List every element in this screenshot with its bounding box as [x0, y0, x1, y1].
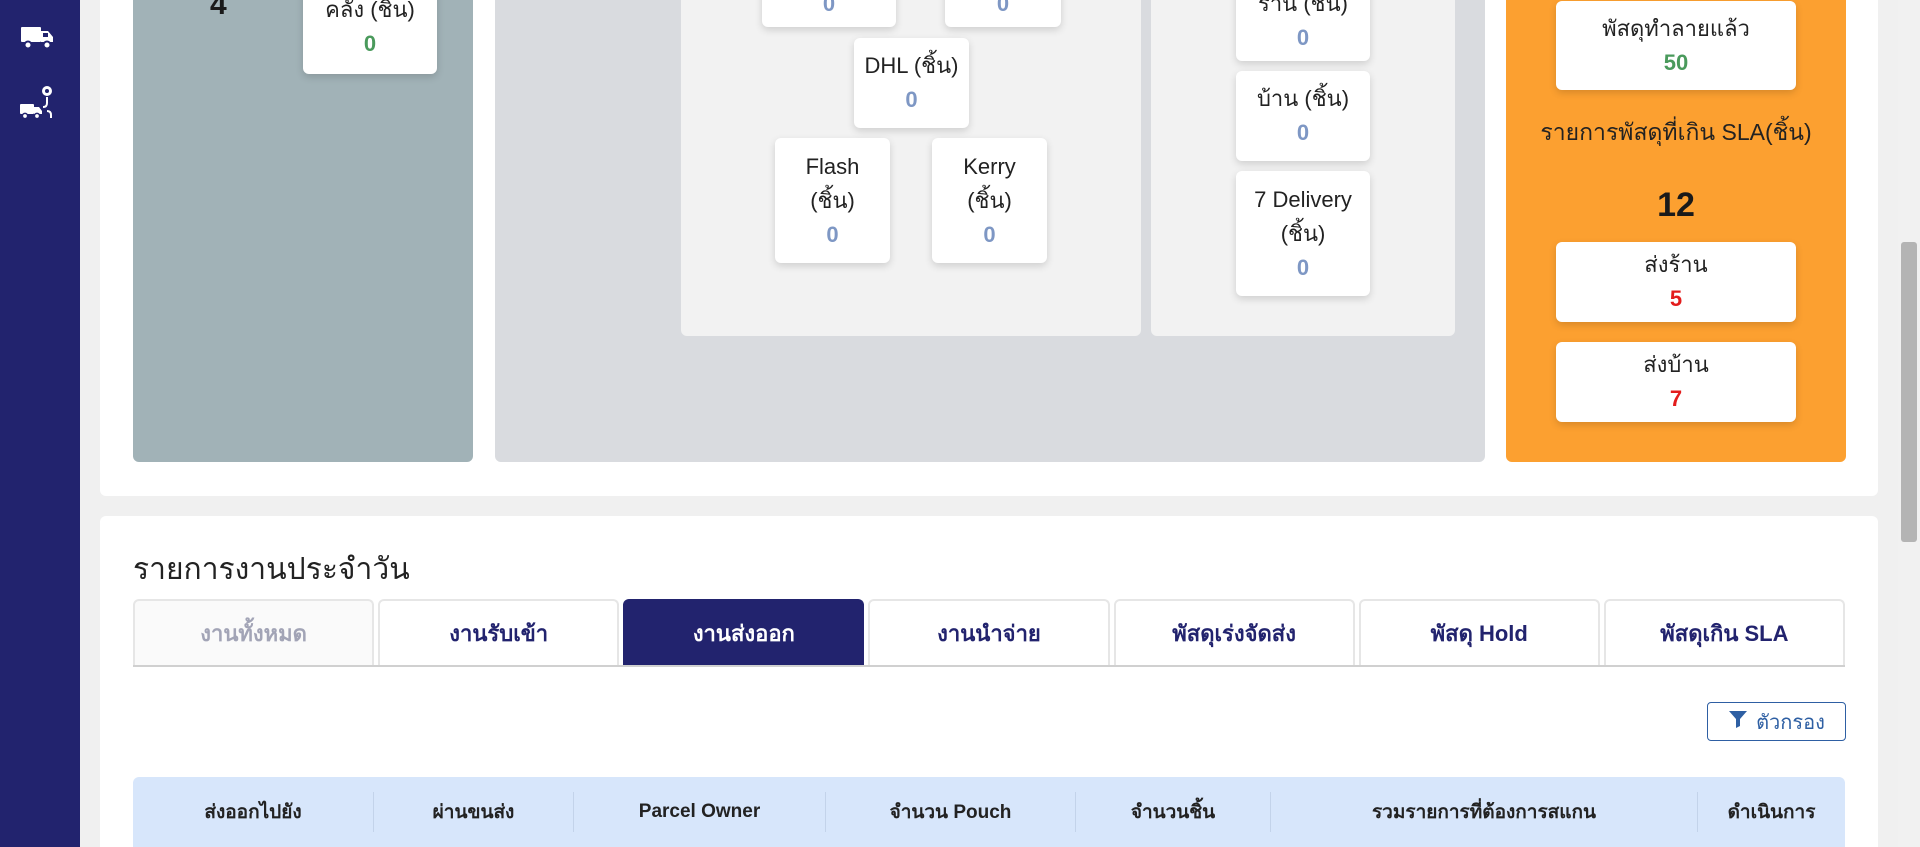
sla-home-label: ส่งบ้าน: [1643, 352, 1709, 377]
destroyed-stat: พัสดุทำลายแล้ว 50: [1556, 1, 1796, 90]
courier-stat-top-right: 0: [945, 0, 1061, 27]
tab-inbound[interactable]: งานรับเข้า: [378, 599, 620, 665]
sidebar: [0, 0, 80, 847]
sla-title: รายการพัสดุที่เกิน SLA(ชิ้น): [1540, 119, 1812, 145]
flash-label: Flash (ชิ้น): [805, 153, 860, 213]
filter-icon: [1728, 709, 1748, 735]
courier-stat-top-left: 0: [762, 0, 896, 27]
filter-button[interactable]: ตัวกรอง: [1707, 702, 1846, 741]
tab-urgent[interactable]: พัสดุเร่งจัดส่ง: [1113, 599, 1355, 665]
column-header: รวมรายการที่ต้องการสแกน: [1271, 792, 1698, 832]
tab-outbound[interactable]: งานส่งออก: [623, 599, 865, 665]
route-truck-icon[interactable]: [18, 84, 56, 122]
destroyed-label: พัสดุทำลายแล้ว: [1602, 15, 1750, 41]
destroyed-value: 50: [1663, 49, 1689, 75]
column-header: จำนวน Pouch: [826, 792, 1076, 832]
flash-stat: Flash (ชิ้น) 0: [775, 138, 890, 263]
column-header: ผ่านขนส่ง: [374, 792, 574, 832]
flash-value: 0: [826, 221, 839, 247]
task-tabs: งานทั้งหมด งานรับเข้า งานส่งออก งานนำจ่า…: [133, 599, 1845, 667]
dhl-label: DHL (ชิ้น): [864, 53, 959, 78]
table-header: ส่งออกไปยัง ผ่านขนส่ง Parcel Owner จำนวน…: [133, 777, 1845, 847]
sla-shop-stat: ส่งร้าน 5: [1556, 242, 1796, 322]
home-value: 0: [1296, 120, 1310, 145]
total-count: 4: [210, 0, 227, 21]
seven-delivery-label: 7 Delivery (ชิ้น): [1254, 186, 1352, 246]
kerry-value: 0: [983, 221, 996, 247]
tab-hold[interactable]: พัสดุ Hold: [1358, 599, 1600, 665]
kerry-label: Kerry (ชิ้น): [963, 153, 1016, 213]
column-header: ดำเนินการ: [1727, 802, 1816, 823]
sla-count: 12: [1657, 186, 1695, 224]
dhl-stat: DHL (ชิ้น) 0: [854, 38, 969, 128]
shop-value: 0: [1296, 24, 1310, 50]
courier-top-left-value: 0: [822, 0, 836, 16]
shop-label: ร้าน (ชิ้น): [1258, 0, 1348, 16]
tab-delivery[interactable]: งานนำจ่าย: [868, 599, 1110, 665]
warehouse-label: คลัง (ชิ้น): [325, 0, 415, 22]
sla-home-value: 7: [1669, 386, 1683, 411]
page-scrollbar-thumb[interactable]: [1901, 242, 1917, 542]
sla-shop-value: 5: [1669, 286, 1683, 311]
section-title: รายการงานประจำวัน: [133, 553, 410, 586]
shop-stat: ร้าน (ชิ้น) 0: [1236, 0, 1370, 61]
seven-delivery-stat: 7 Delivery (ชิ้น) 0: [1236, 171, 1370, 296]
column-header: จำนวนชิ้น: [1076, 792, 1271, 832]
tab-over-sla[interactable]: พัสดุเกิน SLA: [1603, 599, 1845, 665]
dhl-value: 0: [905, 87, 918, 112]
warehouse-value: 0: [363, 31, 377, 56]
tab-all[interactable]: งานทั้งหมด: [133, 599, 375, 665]
filter-label: ตัวกรอง: [1756, 711, 1825, 734]
courier-top-right-value: 0: [996, 0, 1010, 16]
home-stat: บ้าน (ชิ้น) 0: [1236, 71, 1370, 161]
warehouse-stat: คลัง (ชิ้น) 0: [303, 0, 437, 74]
seven-delivery-value: 0: [1296, 254, 1310, 280]
sla-shop-label: ส่งร้าน: [1644, 252, 1708, 277]
kerry-stat: Kerry (ชิ้น) 0: [932, 138, 1047, 263]
home-label: บ้าน (ชิ้น): [1256, 86, 1350, 111]
sla-home-stat: ส่งบ้าน 7: [1556, 342, 1796, 422]
column-header: Parcel Owner: [574, 792, 826, 832]
column-header: ส่งออกไปยัง: [133, 792, 374, 832]
truck-icon[interactable]: [18, 18, 56, 56]
